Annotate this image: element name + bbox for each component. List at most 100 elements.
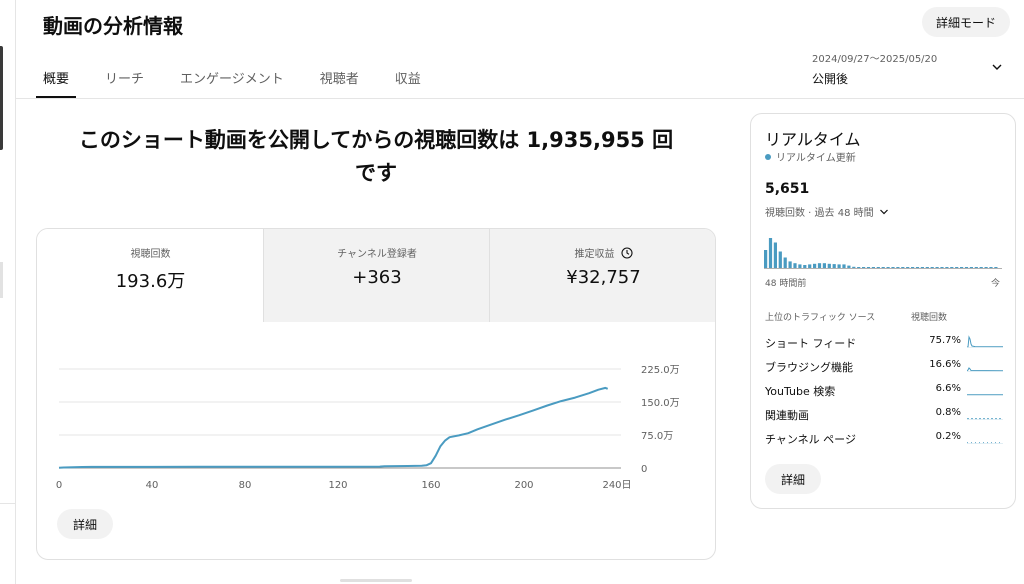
- chevron-down-icon: [879, 209, 888, 214]
- overview-stats-card: 視聴回数 193.6万 チャンネル登録者 +363 推定収益 ¥32,757 0…: [36, 228, 716, 560]
- tab-engagement[interactable]: エンゲージメント: [173, 58, 291, 98]
- realtime-bar: [764, 250, 768, 268]
- tab-reach[interactable]: リーチ: [98, 58, 151, 98]
- metric-views-value: 193.6万: [115, 271, 186, 292]
- sidebar-divider: [0, 503, 15, 504]
- realtime-bar: [783, 257, 787, 268]
- traffic-sparkline: [967, 418, 1003, 420]
- realtime-bar: [989, 267, 993, 268]
- realtime-bar: [832, 264, 836, 268]
- realtime-bar: [950, 267, 954, 268]
- realtime-bar: [793, 263, 797, 268]
- metric-views-label: 視聴回数: [130, 249, 171, 260]
- traffic-row: ブラウジング機能 16.6%: [765, 356, 1005, 376]
- realtime-bar: [906, 267, 910, 268]
- traffic-row: ショート フィード 75.7%: [765, 332, 1005, 352]
- realtime-bar: [788, 261, 792, 268]
- traffic-source-percent: 16.6%: [929, 359, 961, 370]
- traffic-row: チャンネル ページ 0.2%: [765, 428, 1005, 448]
- realtime-bar: [857, 267, 861, 268]
- realtime-bar: [930, 267, 934, 268]
- realtime-view-count: 5,651: [765, 181, 810, 197]
- traffic-source-name: ブラウジング機能: [765, 361, 853, 374]
- sidebar-item-marker: [0, 262, 3, 298]
- realtime-bar: [920, 267, 924, 268]
- realtime-bar: [964, 267, 969, 268]
- realtime-bar: [915, 267, 920, 268]
- traffic-sparkline: [967, 442, 1003, 444]
- x-tick-label: 0: [56, 480, 62, 491]
- realtime-axis-start: 48 時間前: [765, 279, 807, 289]
- x-tick-label: 240日: [602, 480, 631, 491]
- traffic-source-name: チャンネル ページ: [765, 433, 856, 446]
- realtime-bar: [881, 267, 885, 268]
- metric-revenue-label: 推定収益: [574, 249, 615, 260]
- traffic-row: 関連動画 0.8%: [765, 404, 1005, 424]
- realtime-bar: [837, 264, 841, 268]
- realtime-bar: [813, 263, 817, 268]
- traffic-source-percent: 75.7%: [929, 335, 961, 346]
- realtime-bar: [960, 267, 964, 268]
- realtime-live-label: リアルタイム更新: [776, 153, 856, 164]
- traffic-header-source: 上位のトラフィック ソース: [765, 313, 876, 323]
- left-sidebar-rail: [0, 0, 16, 584]
- realtime-axis-end: 今: [991, 279, 1001, 289]
- realtime-bar-chart: [764, 238, 1002, 269]
- detail-mode-button[interactable]: 詳細モード: [922, 7, 1010, 37]
- realtime-bar: [817, 263, 822, 268]
- realtime-bar: [891, 267, 895, 268]
- realtime-detail-button[interactable]: 詳細: [765, 464, 822, 494]
- realtime-bar: [773, 242, 777, 268]
- realtime-period-label: 視聴回数 · 過去 48 時間: [765, 208, 874, 219]
- realtime-bar: [969, 267, 973, 268]
- realtime-bar: [876, 267, 880, 268]
- realtime-bar: [984, 267, 988, 268]
- realtime-bar: [886, 267, 890, 268]
- realtime-title: リアルタイム: [765, 130, 861, 149]
- traffic-source-name: 関連動画: [765, 409, 809, 422]
- realtime-bar: [778, 251, 782, 268]
- realtime-bar: [827, 263, 831, 268]
- realtime-bar: [925, 267, 929, 268]
- tab-revenue[interactable]: 収益: [388, 58, 428, 98]
- x-tick-label: 160: [421, 480, 440, 491]
- realtime-bar: [911, 267, 915, 268]
- realtime-bar: [974, 267, 978, 268]
- realtime-bar: [896, 267, 900, 268]
- views-headline-line1: このショート動画を公開してからの視聴回数は 1,935,955 回: [78, 128, 674, 152]
- x-tick-label: 200: [514, 480, 533, 491]
- realtime-bar: [798, 264, 802, 268]
- metric-subscribers-label: チャンネル登録者: [337, 249, 417, 260]
- date-range-period: 公開後: [812, 72, 849, 86]
- realtime-bar: [945, 267, 949, 268]
- date-range-selector[interactable]: 2024/09/27～2025/05/20 公開後: [812, 50, 1012, 86]
- traffic-source-percent: 6.6%: [935, 383, 961, 394]
- tab-audience[interactable]: 視聴者: [313, 58, 366, 98]
- realtime-bar: [955, 267, 959, 268]
- realtime-bar: [935, 267, 939, 268]
- traffic-row: YouTube 検索 6.6%: [765, 380, 1005, 400]
- metric-subscribers-value: +363: [352, 267, 402, 288]
- realtime-bar: [994, 267, 998, 268]
- overview-detail-button[interactable]: 詳細: [57, 509, 114, 539]
- realtime-bar: [842, 264, 846, 268]
- y-tick-label: 150.0万: [641, 398, 680, 409]
- realtime-bar: [862, 267, 866, 268]
- realtime-bar: [852, 266, 856, 268]
- metric-revenue[interactable]: 推定収益 ¥32,757: [489, 229, 715, 322]
- traffic-source-name: YouTube 検索: [765, 385, 836, 398]
- realtime-bar: [940, 267, 944, 268]
- tab-overview[interactable]: 概要: [36, 58, 77, 98]
- traffic-source-percent: 0.2%: [935, 431, 961, 442]
- realtime-period-dropdown[interactable]: 視聴回数 · 過去 48 時間: [765, 204, 890, 219]
- header-divider: [16, 98, 1024, 99]
- metric-subscribers[interactable]: チャンネル登録者 +363: [263, 229, 490, 322]
- realtime-bar: [822, 263, 826, 268]
- realtime-card: リアルタイム リアルタイム更新 5,651 視聴回数 · 過去 48 時間 48…: [750, 113, 1016, 509]
- metric-views[interactable]: 視聴回数 193.6万: [37, 229, 264, 322]
- clock-icon: [620, 246, 633, 259]
- live-dot-icon: [765, 153, 771, 160]
- traffic-header-views: 視聴回数: [911, 313, 948, 323]
- traffic-sparkline: [967, 367, 1003, 372]
- sidebar-active-indicator: [0, 46, 3, 150]
